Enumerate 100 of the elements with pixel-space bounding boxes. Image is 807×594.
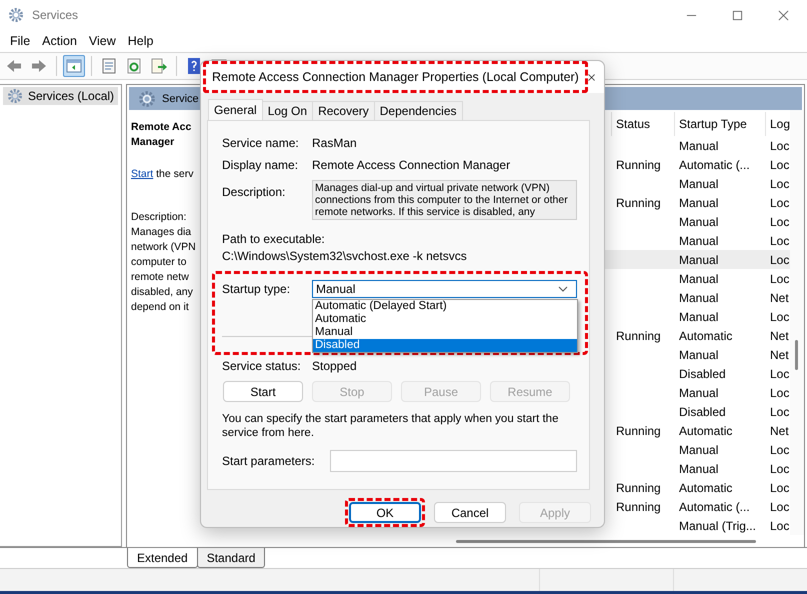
menu-item[interactable]: View [82,34,122,48]
table-cell: Running [616,424,661,438]
column-header[interactable]: Startup Type [674,112,765,136]
dialog-button[interactable]: Cancel [434,502,506,523]
table-cell: Running [616,480,661,494]
dropdown-option[interactable]: Disabled [313,339,577,352]
table-cell: Running [616,158,661,172]
table-cell: Manual [679,348,718,362]
table-cell: Net [770,328,789,342]
gear-icon [8,7,24,23]
menu-item[interactable]: File [4,34,36,48]
window-title: Services [32,8,78,22]
table-cell: Net [770,348,789,362]
table-cell: Loc [770,234,790,248]
tree-item[interactable]: Services (Local) [3,87,118,105]
scrollbar-thumb[interactable] [456,540,756,542]
gear-icon [7,88,23,104]
caret-icon [558,286,568,292]
table-cell: Automatic [679,480,732,494]
start-link[interactable]: Start [131,168,154,180]
table-cell: Disabled [679,404,726,418]
table-cell: Net [770,290,789,304]
table-cell: Loc [770,442,790,456]
table-cell: Automatic [679,328,732,342]
table-cell: Manual [679,462,718,476]
table-cell: Loc [770,480,790,494]
input-field[interactable] [330,450,577,472]
table-cell: Manual [679,442,718,456]
field-label: Service status: [222,359,302,373]
panel-icon[interactable] [63,55,85,77]
table-cell: Running [616,328,661,342]
dropdown-option[interactable]: Manual [313,326,577,339]
table-cell: Manual [679,290,718,304]
table-cell: Loc [770,138,790,152]
column-header[interactable]: Status [611,112,674,136]
table-cell: Loc [770,214,790,228]
table-cell: Loc [770,462,790,476]
table-cell: Loc [770,272,790,286]
table-cell: Manual [679,176,718,190]
table-cell: Loc [770,366,790,380]
field-label: Description: [222,185,286,199]
gear-icon [138,90,156,108]
tab[interactable]: Dependencies [374,101,462,120]
table-cell: Net [770,424,789,438]
table-cell: Loc [770,310,790,324]
scrollbar-thumb[interactable] [795,340,798,370]
table-cell: Automatic (... [679,500,750,514]
tab[interactable]: Log On [262,101,314,120]
table-cell: Manual [679,234,718,248]
tree-label: Services (Local) [28,89,114,103]
table-cell: Manual [679,138,718,152]
field-label: Service name: [222,136,300,150]
menu-item[interactable]: Help [122,34,160,48]
field-value: RasMan [312,136,357,150]
table-cell: Automatic (... [679,158,750,172]
path-text: C:\Windows\System32\svchost.exe -k netsvcs [222,249,468,263]
table-cell: Loc [770,386,790,400]
field-label: Startup type: [222,282,292,296]
view-tab[interactable]: Extended [127,548,198,568]
table-cell: Manual [679,386,718,400]
view-tab[interactable]: Standard [196,548,266,568]
hint-text: You can specify the start parameters that apply when you start the service from here. [222,412,560,440]
field-value: Remote Access Connection Manager [312,158,510,172]
description-box[interactable]: Manages dial-up and virtual private network (VPN) connections from this computer to the Internet or other remote networks. If this service is disabled, any [312,180,577,220]
dropdown-option[interactable]: Automatic [313,313,577,326]
dropdown-option[interactable]: Automatic (Delayed Start) [313,300,577,313]
table-cell: Loc [770,500,790,514]
table-cell: Manual (Trig... [679,518,756,532]
table-cell: Disabled [679,366,726,380]
service-title: Remote Acc Manager [131,120,192,150]
table-cell: Manual [679,272,718,286]
table-cell: Loc [770,158,790,172]
table-cell: Loc [770,518,790,532]
maximize-icon[interactable] [732,10,743,20]
field-value: Stopped [312,359,357,373]
table-cell: Running [616,196,661,210]
field-label: Start parameters: [222,454,316,468]
menu-item[interactable]: Action [36,34,83,48]
dialog-title: Remote Access Connection Manager Properties (Local Computer) [203,61,588,93]
table-cell: Running [616,500,661,514]
table-cell: Loc [770,252,790,266]
field-label: Display name: [222,158,300,172]
table-cell: Loc [770,196,790,210]
tab[interactable]: General [208,99,263,120]
start-text: the serv [156,168,194,180]
table-cell: Loc [770,404,790,418]
table-cell: Manual [679,310,718,324]
close-icon[interactable] [588,72,595,82]
table-cell: Manual [679,252,718,266]
table-cell: Manual [679,196,718,210]
table-cell: Loc [770,176,790,190]
table-cell: Automatic [679,424,732,438]
tab[interactable]: Recovery [312,101,375,120]
service-button[interactable]: Start [223,381,303,402]
dialog-button[interactable]: OK [349,502,421,523]
field-label: Path to executable: [222,232,326,246]
pane-title: Service [162,92,199,104]
startup-type-dropdown[interactable]: Manual [312,280,577,298]
table-cell: Manual [679,214,718,228]
description-text: Description: Manages dia network (VPN computer to remote netw disabled, any depend on it [131,210,196,315]
